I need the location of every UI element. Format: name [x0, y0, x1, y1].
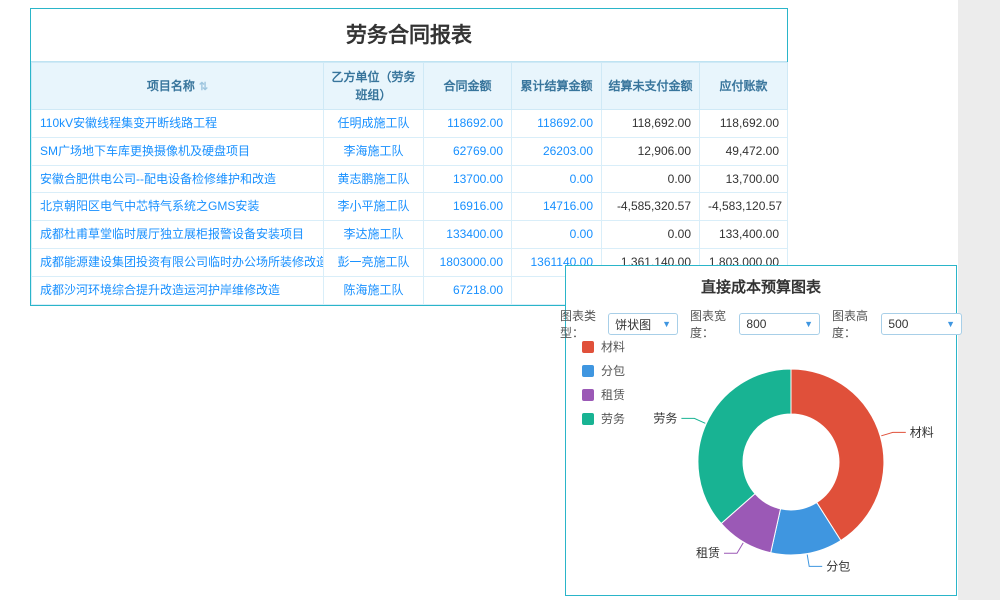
sort-icon[interactable]: ⇅: [199, 81, 208, 93]
column-header-payable: 应付账款: [700, 63, 788, 110]
team-cell[interactable]: 彭一亮施工队: [324, 248, 424, 276]
contract-amount-cell: 133400.00: [424, 221, 512, 249]
table-row: 成都杜甫草堂临时展厅独立展柜报警设备安装项目李达施工队133400.000.00…: [32, 221, 788, 249]
team-cell[interactable]: 任明成施工队: [324, 110, 424, 138]
team-cell[interactable]: 李达施工队: [324, 221, 424, 249]
column-header-unpaid-amount: 结算未支付金额: [602, 63, 700, 110]
team-cell[interactable]: 李小平施工队: [324, 193, 424, 221]
report-title: 劳务合同报表: [31, 9, 787, 62]
slice-leader-line: [807, 555, 822, 567]
column-header-contract-amount: 合同金额: [424, 63, 512, 110]
project-name-cell[interactable]: 成都沙河环境综合提升改造运河护岸维修改造: [32, 276, 324, 304]
project-name-cell[interactable]: SM广场地下车库更换摄像机及硬盘项目: [32, 137, 324, 165]
unpaid-amount-cell: 118,692.00: [602, 110, 700, 138]
column-header-settled-amount: 累计结算金额: [512, 63, 602, 110]
payable-amount-cell: -4,583,120.57: [700, 193, 788, 221]
slice-label-租赁: 租赁: [696, 546, 720, 560]
payable-amount-cell: 133,400.00: [700, 221, 788, 249]
team-cell[interactable]: 陈海施工队: [324, 276, 424, 304]
team-cell[interactable]: 黄志鹏施工队: [324, 165, 424, 193]
payable-amount-cell: 118,692.00: [700, 110, 788, 138]
table-row: 北京朝阳区电气中芯特气系统之GMS安装李小平施工队16916.0014716.0…: [32, 193, 788, 221]
slice-leader-line: [681, 418, 705, 423]
labor-contract-report: 劳务合同报表 项目名称 ⇅ 乙方单位（劳务班组） 合同金额 累计结算金额 结算未支…: [30, 8, 788, 306]
slice-label-材料: 材料: [910, 425, 934, 439]
table-row: 安徽合肥供电公司--配电设备检修维护和改造黄志鹏施工队13700.000.000…: [32, 165, 788, 193]
contract-amount-cell: 13700.00: [424, 165, 512, 193]
contract-amount-cell: 62769.00: [424, 137, 512, 165]
column-header-project[interactable]: 项目名称 ⇅: [32, 63, 324, 110]
slice-leader-line: [881, 432, 906, 435]
table-row: 110kV安徽线程集变开断线路工程任明成施工队118692.00118692.0…: [32, 110, 788, 138]
chart-panel-title: 直接成本预算图表: [566, 266, 956, 303]
settled-amount-cell: 0.00: [512, 221, 602, 249]
project-name-cell[interactable]: 成都能源建设集团投资有限公司临时办公场所装修改造工程EPC: [32, 248, 324, 276]
column-header-label: 项目名称: [147, 79, 195, 93]
unpaid-amount-cell: 0.00: [602, 165, 700, 193]
slice-label-劳务: 劳务: [653, 410, 677, 425]
settled-amount-cell: 0.00: [512, 165, 602, 193]
payable-amount-cell: 49,472.00: [700, 137, 788, 165]
settled-amount-cell: 118692.00: [512, 110, 602, 138]
slice-leader-line: [724, 543, 743, 553]
donut-chart: 材料分包 租赁 劳务: [566, 322, 956, 594]
contract-amount-cell: 118692.00: [424, 110, 512, 138]
team-cell[interactable]: 李海施工队: [324, 137, 424, 165]
project-name-cell[interactable]: 110kV安徽线程集变开断线路工程: [32, 110, 324, 138]
slice-label-分包: 分包: [826, 559, 850, 573]
contract-amount-cell: 16916.00: [424, 193, 512, 221]
settled-amount-cell: 14716.00: [512, 193, 602, 221]
project-name-cell[interactable]: 安徽合肥供电公司--配电设备检修维护和改造: [32, 165, 324, 193]
contract-amount-cell: 1803000.00: [424, 248, 512, 276]
project-name-cell[interactable]: 北京朝阳区电气中芯特气系统之GMS安装: [32, 193, 324, 221]
unpaid-amount-cell: 12,906.00: [602, 137, 700, 165]
payable-amount-cell: 13,700.00: [700, 165, 788, 193]
pie-slice-劳务[interactable]: [698, 369, 791, 524]
direct-cost-chart-panel: 直接成本预算图表 图表类型： 饼状图 ▼ 图表宽度： 800 ▼ 图表高度： 5…: [565, 265, 957, 596]
project-name-cell[interactable]: 成都杜甫草堂临时展厅独立展柜报警设备安装项目: [32, 221, 324, 249]
table-row: SM广场地下车库更换摄像机及硬盘项目李海施工队62769.0026203.001…: [32, 137, 788, 165]
page-right-gutter: [958, 0, 1000, 600]
contract-amount-cell: 67218.00: [424, 276, 512, 304]
header-row: 项目名称 ⇅ 乙方单位（劳务班组） 合同金额 累计结算金额 结算未支付金额 应付账…: [32, 63, 788, 110]
column-header-team: 乙方单位（劳务班组）: [324, 63, 424, 110]
unpaid-amount-cell: -4,585,320.57: [602, 193, 700, 221]
unpaid-amount-cell: 0.00: [602, 221, 700, 249]
settled-amount-cell: 26203.00: [512, 137, 602, 165]
